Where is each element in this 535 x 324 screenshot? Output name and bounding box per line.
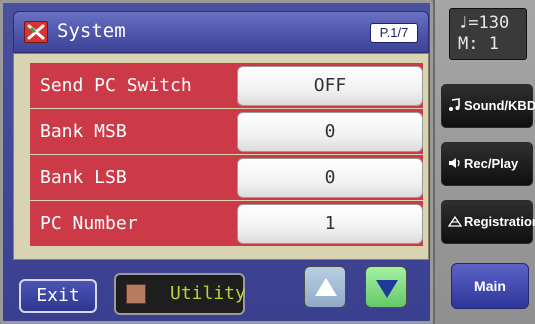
setting-label: Send PC Switch (30, 63, 234, 108)
settings-panel: Send PC Switch OFF Bank MSB 0 Bank LSB 0… (13, 53, 429, 260)
send-pc-switch-button[interactable]: OFF (237, 66, 423, 106)
row-bank-lsb: Bank LSB 0 (30, 155, 423, 200)
rec-play-label: Rec/Play (464, 156, 519, 171)
sound-kbd-label: Sound/KBD (464, 98, 535, 113)
system-icon (24, 21, 48, 43)
arrow-up-icon (315, 278, 337, 296)
tempo-display: ♩=130 M: 1 (449, 8, 527, 60)
bank-msb-button[interactable]: 0 (237, 112, 423, 152)
setting-label: Bank MSB (30, 109, 234, 154)
exit-button[interactable]: Exit (19, 279, 97, 313)
arrow-down-icon (376, 280, 398, 298)
title-bar: System P.1/7 (13, 11, 429, 53)
utility-label: Utility (170, 283, 246, 304)
measure-value: M: 1 (458, 34, 499, 54)
rec-play-button[interactable]: Rec/Play (441, 142, 533, 186)
row-pc-number: PC Number 1 (30, 201, 423, 246)
music-note-icon (449, 98, 460, 111)
tempo-value: ♩=130 (458, 13, 510, 33)
sound-kbd-button[interactable]: Sound/KBD (441, 84, 535, 128)
utility-button[interactable]: Utility (114, 273, 246, 315)
page-indicator: P.1/7 (370, 23, 418, 43)
screen-frame: System P.1/7 Send PC Switch OFF Bank MSB… (0, 0, 433, 324)
pc-number-button[interactable]: 1 (237, 204, 423, 244)
registration-icon (448, 215, 462, 227)
speaker-icon (449, 158, 460, 168)
bank-lsb-button[interactable]: 0 (237, 158, 423, 198)
side-panel: ♩=130 M: 1 Sound/KBD Rec/Play Registrati… (433, 0, 535, 324)
row-bank-msb: Bank MSB 0 (30, 109, 423, 154)
row-send-pc-switch: Send PC Switch OFF (30, 63, 423, 108)
registration-button[interactable]: Registration (441, 200, 535, 244)
page-up-button[interactable] (304, 266, 346, 308)
utility-icon (126, 284, 146, 304)
registration-label: Registration (464, 214, 535, 229)
setting-label: PC Number (30, 201, 234, 246)
main-button[interactable]: Main (451, 263, 529, 309)
page-down-button[interactable] (365, 266, 407, 308)
setting-label: Bank LSB (30, 155, 234, 200)
page-title: System (57, 20, 126, 42)
